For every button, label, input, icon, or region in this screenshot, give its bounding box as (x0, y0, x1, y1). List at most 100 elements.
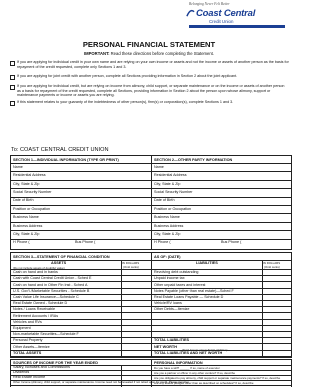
liability-label: Other Debts—Itemize (154, 307, 189, 311)
section2-header: SECTION 2—OTHER PARTY INFORMATION (154, 158, 232, 162)
asset-label: TOTAL ASSETS (13, 351, 41, 355)
section1-field-label: City, State & Zip (13, 232, 39, 236)
col-cents: (Omit cents) (123, 265, 139, 269)
logo-brand: Coast Central (196, 8, 255, 19)
liability-label: Revolving debt outstanding (154, 270, 199, 274)
section1-input-field[interactable] (51, 197, 150, 205)
liability-label: Unpaid income tax (154, 276, 185, 280)
section1-field-label: Business Address (13, 224, 42, 228)
section1-field-label: Residential Address (13, 173, 46, 177)
section1-input-field[interactable] (51, 188, 150, 196)
section1-input-field[interactable] (51, 222, 150, 230)
asset-label: Other Assets—Itemize (13, 345, 50, 349)
logo-swoosh-icon (186, 9, 195, 18)
section2-field-label: City, State & Zip (154, 232, 180, 236)
asset-label: Real Estate Owned - Schedule D (13, 301, 67, 305)
section2-input-field[interactable] (192, 188, 290, 196)
tagline: Belonging Never Felt Better (189, 2, 230, 6)
important-label: IMPORTANT: (84, 51, 110, 56)
income-personal-section: SOURCES OF INCOME FOR THE YEAR ENDED PER… (10, 359, 292, 387)
checkbox-icon[interactable] (10, 75, 15, 80)
checkbox-icon[interactable] (10, 85, 15, 90)
section2-field-label: Business Address (154, 224, 183, 228)
section1-input-field[interactable] (51, 205, 150, 213)
liability-label: Real Estate Loans Payable — Schedule D (154, 295, 223, 299)
recipient-line: To: COAST CENTRAL CREDIT UNION (11, 147, 109, 153)
personal-info-label: Are you obligated to pay alimony, child … (154, 376, 280, 380)
section2-field-label: Position or Occupation (154, 207, 191, 211)
income-label: Salary, Bonuses and Commissions (13, 365, 70, 369)
asset-label: Non-marketable Securities—Schedule F (13, 332, 79, 336)
section1-input-field[interactable] (51, 180, 150, 188)
section3-statement: SECTION 3—STATEMENT OF FINANCIAL CONDITI… (10, 252, 292, 358)
section2-business-phone-label: Bus Phone ( (221, 240, 241, 244)
section1-field-label: Social Security Number (13, 190, 52, 194)
section1-field-label: City, State & Zip (13, 182, 39, 186)
as-of-date: AS OF: (DATE) (154, 255, 181, 259)
section1-field-label: Name (13, 165, 23, 169)
section2-input-field[interactable] (192, 213, 290, 221)
section1-field-label: Position or Occupation (13, 207, 50, 211)
asset-label: Retirement Accounts / IRAs (13, 314, 58, 318)
asset-label: Personal Property (13, 338, 43, 342)
instruction-text: If you are applying for individual credi… (17, 84, 289, 98)
liability-label: Vehicle/RV loans (154, 301, 182, 305)
section1-home-phone-label: H Phone ( (13, 240, 30, 244)
col-cents: (Omit cents) (264, 265, 280, 269)
personal-info-label: Are you a partner or officer in any othe… (154, 371, 235, 375)
section2-field-label: Date of Birth (154, 198, 175, 202)
asset-label: Cash with Coast Central Credit Union - S… (13, 276, 92, 280)
section2-input-field[interactable] (192, 205, 290, 213)
important-text: Read these directions before completing … (111, 51, 214, 56)
asset-label: Vehicles and RVs (13, 320, 42, 324)
asset-label: Equipment (13, 326, 31, 330)
page-title: PERSONAL FINANCIAL STATEMENT (0, 40, 298, 49)
liability-label: TOTAL LIABILITIES (154, 338, 189, 342)
liability-label: NET WORTH (154, 345, 177, 349)
section1-field-label: Date of Birth (13, 198, 34, 202)
section1-business-phone-label: Bus Phone ( (75, 240, 95, 244)
asset-label: Cash Value Life Insurance—Schedule C (13, 295, 79, 299)
logo-subtitle: Credit Union (209, 19, 233, 24)
asset-label: Cash on hand and in Other Fin Inst - Sch… (13, 283, 87, 287)
section2-field-label: City, State & Zip (154, 182, 180, 186)
asset-label: Notes / Loans Receivable (13, 307, 55, 311)
logo-bar (189, 25, 285, 28)
section2-input-field[interactable] (192, 180, 290, 188)
section2-input-field[interactable] (192, 163, 290, 171)
section2-input-field[interactable] (192, 230, 290, 238)
asset-label: U.S. Gov't./Marketable Securities - Sche… (13, 289, 89, 293)
asset-label: Cash on hand and in banks (13, 270, 58, 274)
income-label: Real Estate Income (13, 375, 45, 379)
liability-label: Notes Payable (other than real estate)—S… (154, 289, 234, 293)
sections-1-2: SECTION 1—INDIVIDUAL INFORMATION (TYPE O… (10, 155, 292, 250)
liability-label: TOTAL LIABILITIES AND NET WORTH (154, 351, 222, 355)
liabilities-title: LIABILITIES (196, 261, 218, 265)
section2-field-label: Business Name (154, 215, 180, 219)
instruction-text: If you are applying for individual credi… (17, 60, 289, 69)
section1-input-field[interactable] (51, 230, 150, 238)
section1-input-field[interactable] (51, 163, 150, 171)
section1-input-field[interactable] (51, 171, 150, 179)
section2-field-label: Social Security Number (154, 190, 193, 194)
section1-header: SECTION 1—INDIVIDUAL INFORMATION (TYPE O… (13, 158, 119, 162)
instruction-text: If this statement relates to your guaran… (17, 100, 289, 105)
section2-field-label: Residential Address (154, 173, 187, 177)
liability-label: Other unpaid taxes and interest (154, 283, 205, 287)
instruction-text: If you are applying for joint credit wit… (17, 74, 289, 79)
section1-input-field[interactable] (51, 213, 150, 221)
important-note: IMPORTANT: Read these directions before … (0, 51, 298, 56)
section2-home-phone-label: H Phone ( (154, 240, 171, 244)
section1-field-label: Business Name (13, 215, 39, 219)
assets-title: ASSETS (51, 261, 66, 265)
checkbox-icon[interactable] (10, 61, 15, 66)
personal-info-label: Do you have a will? ______ If so, name o… (154, 366, 220, 370)
income-label: Dividends (13, 370, 29, 374)
section3-header: SECTION 3—STATEMENT OF FINANCIAL CONDITI… (13, 255, 110, 259)
section2-input-field[interactable] (192, 197, 290, 205)
section2-field-label: Name (154, 165, 164, 169)
section2-input-field[interactable] (192, 222, 290, 230)
section2-input-field[interactable] (192, 171, 290, 179)
checkbox-icon[interactable] (10, 101, 15, 106)
personal-info-label: Are any assets pledged other than as des… (154, 381, 253, 385)
